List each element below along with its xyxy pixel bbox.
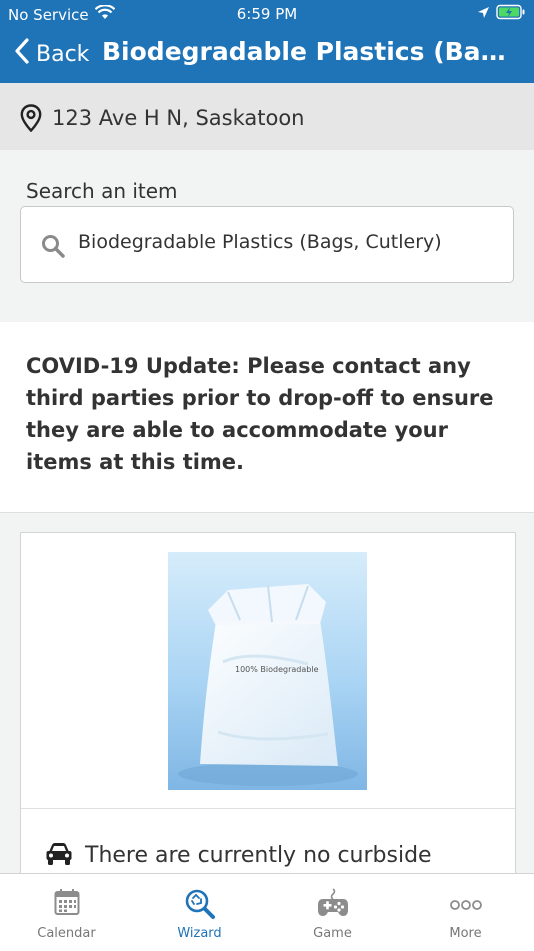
tab-wizard[interactable]: Wizard bbox=[133, 874, 266, 951]
item-image: 100% Biodegradable bbox=[168, 552, 367, 790]
location-bar[interactable]: 123 Ave H N, Saskatoon bbox=[0, 83, 534, 150]
tab-label: Calendar bbox=[37, 926, 96, 941]
clock: 6:59 PM bbox=[236, 5, 298, 23]
tab-label: Game bbox=[313, 926, 352, 941]
more-icon bbox=[449, 896, 482, 915]
tab-calendar[interactable]: Calendar bbox=[0, 874, 133, 951]
card-divider bbox=[21, 808, 515, 809]
tab-more[interactable]: More bbox=[399, 874, 532, 951]
gamepad-icon bbox=[317, 888, 349, 922]
back-label: Back bbox=[36, 41, 90, 67]
back-button[interactable]: Back bbox=[14, 38, 89, 70]
search-section: Search an item bbox=[0, 150, 534, 322]
chevron-left-icon bbox=[14, 38, 30, 70]
search-label: Search an item bbox=[26, 179, 178, 203]
location-address: 123 Ave H N, Saskatoon bbox=[52, 106, 305, 130]
image-caption: 100% Biodegradable bbox=[235, 665, 319, 674]
map-pin-icon bbox=[20, 104, 42, 136]
location-arrow-icon bbox=[477, 5, 490, 23]
curbside-info-text: There are currently no curbside bbox=[85, 843, 432, 868]
item-card: 100% Biodegradable There are currently n… bbox=[20, 532, 516, 879]
page-title: Biodegradable Plastics (Bags, Cutlery) bbox=[102, 37, 522, 66]
tab-bar: Calendar Wizard Game More bbox=[0, 873, 534, 951]
search-input[interactable] bbox=[78, 231, 498, 253]
status-bar: No Service 6:59 PM bbox=[0, 0, 534, 28]
tab-label: Wizard bbox=[177, 926, 222, 941]
car-icon bbox=[45, 842, 73, 870]
wizard-search-icon bbox=[184, 888, 216, 924]
tab-label: More bbox=[449, 926, 482, 941]
search-box[interactable] bbox=[20, 206, 514, 283]
search-icon bbox=[41, 234, 65, 262]
battery-icon bbox=[496, 4, 526, 24]
tab-game[interactable]: Game bbox=[266, 874, 399, 951]
covid-notice: COVID-19 Update: Please contact any thir… bbox=[0, 322, 534, 513]
covid-notice-text: COVID-19 Update: Please contact any thir… bbox=[26, 354, 494, 474]
calendar-icon bbox=[54, 888, 80, 920]
navigation-bar: Back Biodegradable Plastics (Bags, Cutle… bbox=[0, 28, 534, 83]
